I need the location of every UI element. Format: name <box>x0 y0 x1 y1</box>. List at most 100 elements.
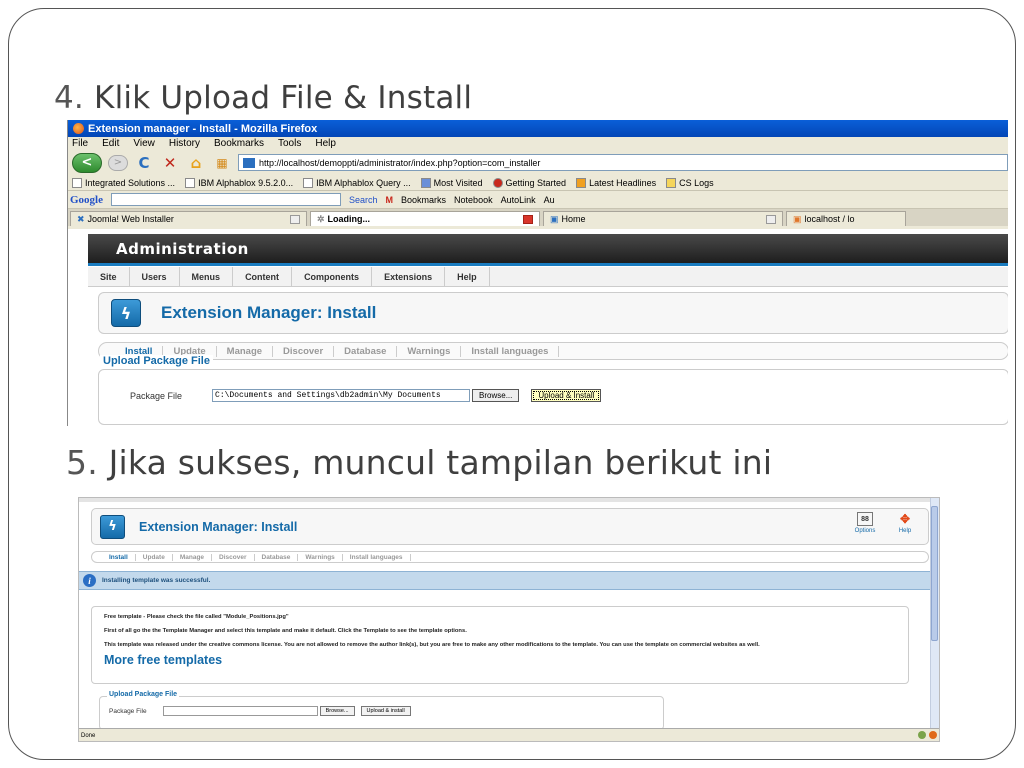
addon-status-icon <box>918 731 926 739</box>
browse-button[interactable]: Browse... <box>472 389 520 402</box>
subtab-warnings[interactable]: Warnings <box>397 345 462 357</box>
success-message-text: Installing template was successful. <box>102 577 211 584</box>
admin-menu-users[interactable]: Users <box>130 266 180 287</box>
stop-icon: ✕ <box>163 153 177 172</box>
help-button[interactable]: ✥ Help <box>890 512 920 534</box>
bookmark-item[interactable]: IBM Alphablox Query ... <box>303 177 411 188</box>
bookmark-item[interactable]: Getting Started <box>492 177 567 188</box>
step5-number: 5. <box>66 443 98 482</box>
bookmark-item[interactable]: Most Visited <box>420 177 483 188</box>
forward-button[interactable]: > <box>108 154 128 171</box>
navigation-toolbar: < > C ✕ ⌂ ▦ http://localhost/demoppti/ad… <box>68 150 1008 175</box>
more-templates-link[interactable]: More free templates <box>104 653 896 667</box>
stop-button[interactable]: ✕ <box>160 154 180 172</box>
page-title: Extension Manager: Install <box>161 303 377 322</box>
back-arrow-icon: < <box>81 155 93 170</box>
browse-button[interactable]: Browse... <box>319 706 355 716</box>
rss-icon <box>576 177 587 188</box>
back-button[interactable]: < <box>72 152 102 173</box>
google-toolbar-extra[interactable]: Au <box>544 195 555 205</box>
google-search-button[interactable]: Search <box>349 195 378 205</box>
package-file-input[interactable] <box>162 706 318 716</box>
admin-menu-menus[interactable]: Menus <box>180 266 234 287</box>
tab-joomla-installer[interactable]: ✖ Joomla! Web Installer <box>70 211 307 226</box>
forward-arrow-icon: > <box>113 157 123 168</box>
tab-close-icon[interactable] <box>523 214 533 224</box>
subtab-manage[interactable]: Manage <box>217 345 274 357</box>
admin-menu-content[interactable]: Content <box>233 266 293 287</box>
page-icon <box>72 177 82 188</box>
menu-bookmarks[interactable]: Bookmarks <box>214 138 264 149</box>
installer-subtabs: Install Update Manage Discover Database … <box>91 551 929 563</box>
top-edge <box>79 498 939 502</box>
help-icon: ✥ <box>899 512 911 526</box>
tab-close-icon[interactable] <box>290 214 300 224</box>
tab-localhost[interactable]: ▣ localhost / lo <box>786 211 906 226</box>
google-notebook-button[interactable]: Notebook <box>454 195 493 205</box>
tab-strip: ✖ Joomla! Web Installer ✲ Loading... ▣ Home… <box>68 209 1008 226</box>
upload-install-button[interactable]: Upload & Install <box>531 389 602 402</box>
bookmark-label: IBM Alphablox 9.5.2.0... <box>198 177 294 188</box>
bookmarks-toolbar: Integrated Solutions ... IBM Alphablox 9… <box>68 175 1008 191</box>
menu-tools[interactable]: Tools <box>278 138 301 149</box>
star-icon <box>420 177 431 188</box>
scrollbar-thumb[interactable] <box>931 506 938 641</box>
menu-help[interactable]: Help <box>315 138 336 149</box>
subtab-install-languages[interactable]: Install languages <box>343 553 411 561</box>
menu-history[interactable]: History <box>169 138 200 149</box>
bookmark-item[interactable]: IBM Alphablox 9.5.2.0... <box>185 177 294 188</box>
page-icon <box>303 177 314 188</box>
google-autolink-button[interactable]: AutoLink <box>501 195 536 205</box>
bookmark-item[interactable]: Latest Headlines <box>576 177 656 188</box>
toolbar: 88 Options ✥ Help <box>850 512 920 534</box>
menu-file[interactable]: File <box>72 138 88 149</box>
gmail-icon[interactable]: M <box>386 195 394 205</box>
grid-icon: ▦ <box>216 155 228 170</box>
upload-install-button[interactable]: Upload & install <box>360 706 411 716</box>
admin-header: Administration <box>88 234 1008 266</box>
status-text: Done <box>81 732 96 739</box>
subtab-install-languages[interactable]: Install languages <box>461 345 560 357</box>
subtab-discover[interactable]: Discover <box>273 345 335 357</box>
google-search-input[interactable] <box>111 193 341 206</box>
options-button[interactable]: 88 Options <box>850 512 880 534</box>
subtab-database[interactable]: Database <box>255 553 299 561</box>
url-bar[interactable]: http://localhost/demoppti/administrator/… <box>238 154 1008 171</box>
bookmark-item[interactable]: Integrated Solutions ... <box>72 177 176 188</box>
package-file-input[interactable]: C:\Documents and Settings\db2admin\My Do… <box>212 389 471 402</box>
page-content: Administration Site Users Menus Content … <box>68 229 1008 426</box>
firefox-icon <box>73 123 84 134</box>
tab-home[interactable]: ▣ Home <box>543 211 783 226</box>
admin-menu-site[interactable]: Site <box>88 266 130 287</box>
bookmark-item[interactable]: CS Logs <box>666 177 714 188</box>
description-line: This template was released under the cre… <box>104 641 760 648</box>
subtab-warnings[interactable]: Warnings <box>298 553 343 561</box>
subtab-manage[interactable]: Manage <box>173 553 213 561</box>
subtab-install[interactable]: Install <box>102 553 136 561</box>
admin-menu-extensions[interactable]: Extensions <box>372 266 446 287</box>
reload-button[interactable]: C <box>134 154 154 172</box>
subtab-database[interactable]: Database <box>334 345 398 357</box>
tab-label: Joomla! Web Installer <box>87 214 174 224</box>
home-tab-icon: ▣ <box>550 213 559 224</box>
tab-close-icon[interactable] <box>766 214 776 224</box>
tab-loading[interactable]: ✲ Loading... <box>310 211 540 226</box>
admin-menu: Site Users Menus Content Components Exte… <box>88 266 1008 287</box>
admin-menu-help[interactable]: Help <box>445 266 490 287</box>
package-file-label: Package File <box>130 390 183 401</box>
description-line: Free template - Please check the file ca… <box>104 614 289 620</box>
admin-menu-components[interactable]: Components <box>292 266 373 287</box>
menu-view[interactable]: View <box>133 138 155 149</box>
bookmark-label: Getting Started <box>505 177 567 188</box>
google-bookmarks-button[interactable]: Bookmarks <box>401 195 446 205</box>
home-button[interactable]: ⌂ <box>186 154 206 172</box>
result-screenshot: ϟ Extension Manager: Install 88 Options … <box>78 497 940 742</box>
step4-number: 4. <box>54 80 84 116</box>
menu-edit[interactable]: Edit <box>102 138 119 149</box>
firebug-icon <box>929 731 937 739</box>
subtab-discover[interactable]: Discover <box>212 553 255 561</box>
bookmark-label: Integrated Solutions ... <box>85 177 176 188</box>
upload-row: Package File C:\Documents and Settings\d… <box>130 389 602 402</box>
dashboard-button[interactable]: ▦ <box>212 154 232 172</box>
subtab-update[interactable]: Update <box>136 553 173 561</box>
